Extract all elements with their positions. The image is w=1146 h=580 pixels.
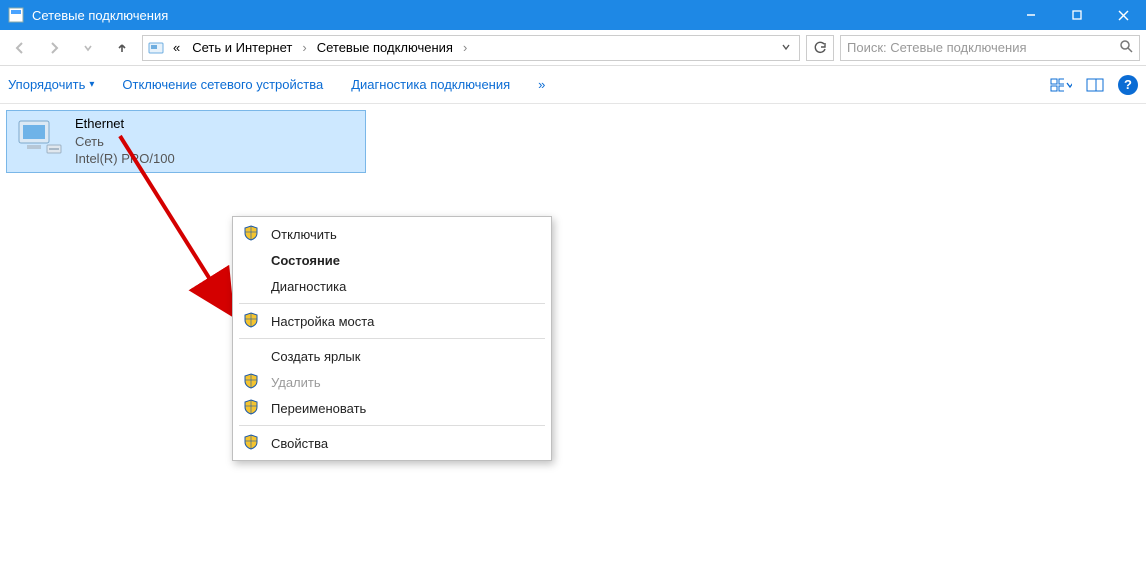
breadcrumb-connections[interactable]: Сетевые подключения [313, 40, 457, 55]
nav-forward-button[interactable] [40, 35, 68, 61]
breadcrumb-sep-icon: › [461, 40, 469, 55]
ctx-diagnostics[interactable]: Диагностика [233, 273, 551, 299]
window-controls [1008, 0, 1146, 30]
help-button[interactable]: ? [1118, 75, 1138, 95]
view-controls: ? [1050, 74, 1138, 96]
window-icon [8, 7, 24, 23]
ctx-create-shortcut[interactable]: Создать ярлык [233, 343, 551, 369]
search-input[interactable] [847, 40, 1115, 55]
view-mode-button[interactable] [1050, 74, 1072, 96]
diagnose-connection-button[interactable]: Диагностика подключения [351, 77, 510, 92]
disable-device-label: Отключение сетевого устройства [122, 77, 323, 92]
location-icon [147, 39, 165, 57]
ctx-disable[interactable]: Отключить [233, 221, 551, 247]
blank-icon [243, 277, 261, 295]
context-menu: Отключить Состояние Диагностика Настройк… [232, 216, 552, 461]
search-box[interactable] [840, 35, 1140, 61]
nav-up-button[interactable] [108, 35, 136, 61]
organize-menu[interactable]: Упорядочить ▾ [8, 77, 94, 92]
refresh-button[interactable] [806, 35, 834, 61]
close-button[interactable] [1100, 0, 1146, 30]
minimize-button[interactable] [1008, 0, 1054, 30]
ctx-delete-label: Удалить [271, 375, 321, 390]
ctx-diag-label: Диагностика [271, 279, 346, 294]
blank-icon [243, 347, 261, 365]
organize-label: Упорядочить [8, 77, 85, 92]
ctx-shortcut-label: Создать ярлык [271, 349, 360, 364]
disable-device-button[interactable]: Отключение сетевого устройства [122, 77, 323, 92]
ctx-props-label: Свойства [271, 436, 328, 451]
ctx-separator [239, 338, 545, 339]
shield-icon [243, 225, 261, 243]
network-adapter-item[interactable]: Ethernet Сеть Intel(R) PRO/100 [6, 110, 366, 173]
address-dropdown-icon[interactable] [777, 40, 795, 55]
nav-recent-button[interactable] [74, 35, 102, 61]
ctx-separator [239, 425, 545, 426]
breadcrumb-sep-icon: › [300, 40, 308, 55]
ctx-bridge[interactable]: Настройка моста [233, 308, 551, 334]
maximize-button[interactable] [1054, 0, 1100, 30]
ctx-rename-label: Переименовать [271, 401, 366, 416]
ctx-rename[interactable]: Переименовать [233, 395, 551, 421]
adapter-icon [13, 115, 65, 159]
address-bar[interactable]: « Сеть и Интернет › Сетевые подключения … [142, 35, 800, 61]
content-area: Ethernet Сеть Intel(R) PRO/100 Отключить… [0, 104, 1146, 179]
search-icon [1119, 39, 1133, 56]
ctx-separator [239, 303, 545, 304]
shield-icon [243, 312, 261, 330]
ctx-delete[interactable]: Удалить [233, 369, 551, 395]
overflow-label: » [538, 77, 545, 92]
chevron-down-icon: ▾ [89, 79, 94, 90]
window-title: Сетевые подключения [32, 8, 1008, 23]
command-toolbar: Упорядочить ▾ Отключение сетевого устрой… [0, 66, 1146, 104]
adapter-status: Сеть [75, 133, 175, 151]
preview-pane-button[interactable] [1084, 74, 1106, 96]
address-row: « Сеть и Интернет › Сетевые подключения … [0, 30, 1146, 66]
ctx-status[interactable]: Состояние [233, 247, 551, 273]
adapter-device: Intel(R) PRO/100 [75, 150, 175, 168]
breadcrumb-prefix: « [169, 40, 184, 55]
diagnose-label: Диагностика подключения [351, 77, 510, 92]
toolbar-overflow-button[interactable]: » [538, 77, 545, 92]
ctx-disable-label: Отключить [271, 227, 337, 242]
adapter-name: Ethernet [75, 115, 175, 133]
nav-back-button[interactable] [6, 35, 34, 61]
titlebar: Сетевые подключения [0, 0, 1146, 30]
shield-icon [243, 373, 261, 391]
blank-icon [243, 251, 261, 269]
ctx-status-label: Состояние [271, 253, 340, 268]
ctx-bridge-label: Настройка моста [271, 314, 374, 329]
shield-icon [243, 399, 261, 417]
shield-icon [243, 434, 261, 452]
breadcrumb-network[interactable]: Сеть и Интернет [188, 40, 296, 55]
ctx-properties[interactable]: Свойства [233, 430, 551, 456]
